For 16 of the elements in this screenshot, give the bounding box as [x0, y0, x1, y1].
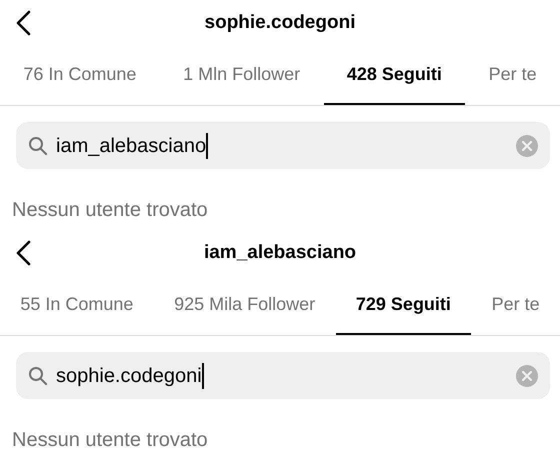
- empty-message: Nessun utente trovato: [12, 198, 209, 223]
- search-icon: [28, 136, 48, 156]
- tab[interactable]: Per te: [465, 46, 560, 105]
- search-icon: [28, 366, 48, 386]
- tab[interactable]: 729 Seguiti: [336, 276, 472, 335]
- tab[interactable]: Per te: [471, 276, 560, 335]
- tab[interactable]: 55 In Comune: [0, 276, 154, 335]
- tab[interactable]: 428 Seguiti: [324, 46, 466, 105]
- tab[interactable]: 1 Mln Follower: [160, 46, 324, 105]
- profile-username: iam_alebasciano: [204, 240, 356, 265]
- search-field[interactable]: iam_alebasciano: [16, 122, 550, 169]
- profile-username: sophie.codegoni: [204, 10, 356, 35]
- empty-message: Nessun utente trovato: [12, 428, 209, 453]
- tab[interactable]: 76 In Comune: [0, 46, 160, 105]
- tab[interactable]: 925 Mila Follower: [154, 276, 336, 335]
- search-field[interactable]: sophie.codegoni: [16, 352, 550, 399]
